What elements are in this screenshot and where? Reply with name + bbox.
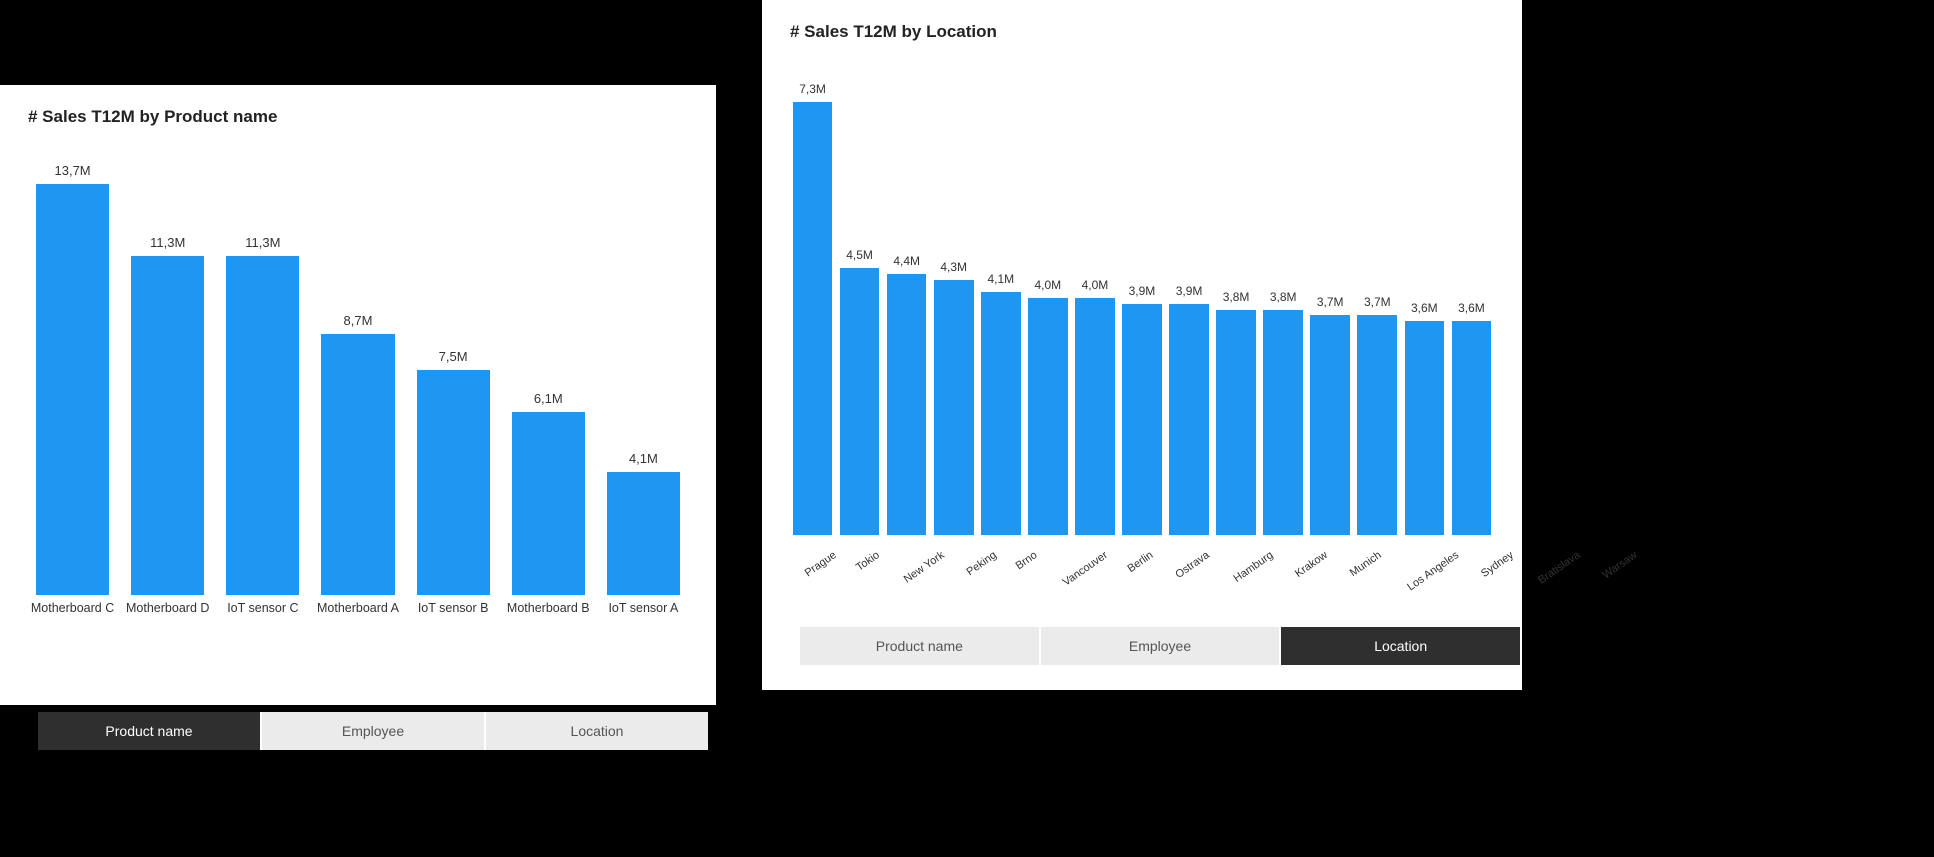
bar[interactable] xyxy=(607,472,680,595)
bar[interactable] xyxy=(512,412,585,595)
bar[interactable] xyxy=(840,268,880,535)
bar-value-label: 3,6M xyxy=(1411,301,1438,315)
bar-value-label: 4,1M xyxy=(629,451,658,466)
x-axis-label: Motherboard A xyxy=(313,595,402,655)
chart-title-location: # Sales T12M by Location xyxy=(790,22,1494,42)
bar-slot: 4,3M xyxy=(931,260,976,535)
tab-location[interactable]: Location xyxy=(1281,627,1520,665)
bar-value-label: 11,3M xyxy=(150,235,185,250)
bar-value-label: 4,3M xyxy=(940,260,967,274)
bar[interactable] xyxy=(1075,298,1115,535)
bar-slot: 11,3M xyxy=(218,235,307,595)
bar[interactable] xyxy=(131,256,204,595)
bar-slot: 3,8M xyxy=(1214,290,1259,535)
bar-value-label: 8,7M xyxy=(344,313,373,328)
bar-value-label: 3,8M xyxy=(1270,290,1297,304)
chart-panel-location: # Sales T12M by Location 7,3M 4,5M 4,4M 4,3… xyxy=(762,0,1522,690)
bar[interactable] xyxy=(1028,298,1068,535)
bar[interactable] xyxy=(1452,321,1492,535)
bar-value-label: 7,3M xyxy=(799,82,826,96)
bar[interactable] xyxy=(1122,304,1162,535)
chart-plot-product: 13,7M 11,3M 11,3M 8,7M 7,5M 6,1M 4,1M Motherbo… xyxy=(28,145,688,655)
bar[interactable] xyxy=(417,370,490,595)
x-axis-label: IoT sensor C xyxy=(218,595,307,655)
bar-slot: 8,7M xyxy=(313,313,402,595)
tab-employee[interactable]: Employee xyxy=(1041,627,1282,665)
bar-slot: 3,8M xyxy=(1261,290,1306,535)
chart-title-product: # Sales T12M by Product name xyxy=(28,107,688,127)
bar-value-label: 4,1M xyxy=(987,272,1014,286)
bar-value-label: 3,8M xyxy=(1223,290,1250,304)
bar-value-label: 3,6M xyxy=(1458,301,1485,315)
bar-value-label: 4,0M xyxy=(1035,278,1062,292)
bar-slot: 3,6M xyxy=(1449,301,1494,535)
bar-slot: 4,0M xyxy=(1072,278,1117,535)
bar-value-label: 3,9M xyxy=(1176,284,1203,298)
bar-slot: 3,6M xyxy=(1402,301,1447,535)
bar-value-label: 4,0M xyxy=(1082,278,1109,292)
bar-slot: 13,7M xyxy=(28,163,117,595)
bar-slot: 4,0M xyxy=(1025,278,1070,535)
bar-slot: 4,1M xyxy=(599,451,688,595)
bar-slot: 11,3M xyxy=(123,235,212,595)
x-axis-label: Warsaw xyxy=(1597,535,1688,632)
bar-value-label: 11,3M xyxy=(245,235,280,250)
x-axis-label: Motherboard C xyxy=(28,595,117,655)
bar-value-label: 4,4M xyxy=(893,254,920,268)
chart-plot-location: 7,3M 4,5M 4,4M 4,3M 4,1M 4,0M 4,0M 3,9M 3,9M 3,8M… xyxy=(790,60,1494,615)
bar[interactable] xyxy=(1216,310,1256,535)
bar[interactable] xyxy=(793,102,833,535)
bar-slot: 3,9M xyxy=(1119,284,1164,535)
x-axis-label: IoT sensor B xyxy=(409,595,498,655)
bar[interactable] xyxy=(226,256,299,595)
bar[interactable] xyxy=(1357,315,1397,535)
bar[interactable] xyxy=(321,334,394,595)
bar[interactable] xyxy=(1310,315,1350,535)
tab-product-name[interactable]: Product name xyxy=(800,627,1041,665)
bar-slot: 3,7M xyxy=(1355,295,1400,535)
bar-value-label: 13,7M xyxy=(55,163,91,178)
chart-panel-product: # Sales T12M by Product name 13,7M11,3M1… xyxy=(0,85,716,705)
bar-value-label: 4,5M xyxy=(846,248,873,262)
tab-product-name[interactable]: Product name xyxy=(38,712,262,750)
tab-bar-left: Product name Employee Location xyxy=(38,712,708,750)
bar-value-label: 7,5M xyxy=(439,349,468,364)
x-axis-label: IoT sensor A xyxy=(599,595,688,655)
bar[interactable] xyxy=(36,184,109,595)
tab-employee[interactable]: Employee xyxy=(262,712,486,750)
bar-slot: 3,7M xyxy=(1308,295,1353,535)
bar-value-label: 3,7M xyxy=(1317,295,1344,309)
tab-location[interactable]: Location xyxy=(486,712,708,750)
bar-value-label: 6,1M xyxy=(534,391,563,406)
bar-slot: 7,3M xyxy=(790,82,835,535)
bar-slot: 7,5M xyxy=(409,349,498,595)
bar-slot: 4,5M xyxy=(837,248,882,535)
bar[interactable] xyxy=(934,280,974,535)
bar-slot: 3,9M xyxy=(1167,284,1212,535)
tab-bar-right: Product name Employee Location xyxy=(800,627,1520,665)
bar[interactable] xyxy=(1263,310,1303,535)
bar-slot: 4,1M xyxy=(978,272,1023,535)
bar[interactable] xyxy=(981,292,1021,535)
bar[interactable] xyxy=(1169,304,1209,535)
bar[interactable] xyxy=(887,274,927,535)
bar-value-label: 3,7M xyxy=(1364,295,1391,309)
bar-slot: 6,1M xyxy=(504,391,593,595)
bar-slot: 4,4M xyxy=(884,254,929,535)
x-axis-label: Motherboard D xyxy=(123,595,212,655)
x-axis-label: Motherboard B xyxy=(504,595,593,655)
bar[interactable] xyxy=(1405,321,1445,535)
bar-value-label: 3,9M xyxy=(1129,284,1156,298)
